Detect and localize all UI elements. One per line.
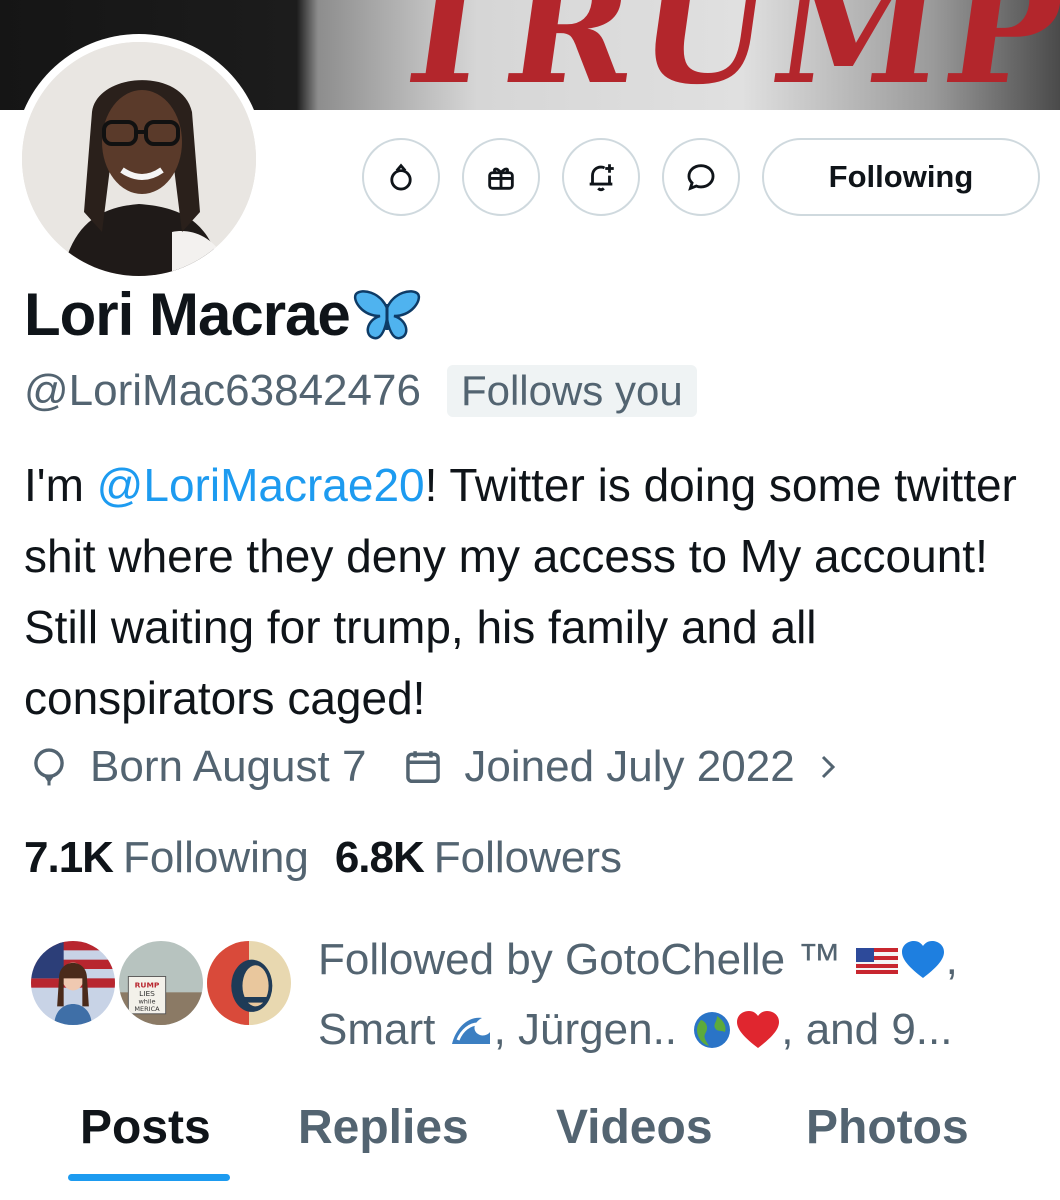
globe-emoji-icon <box>694 1012 731 1048</box>
chevron-right-icon[interactable] <box>813 750 843 784</box>
follower-avatar <box>204 938 294 1028</box>
calendar-icon <box>406 751 441 783</box>
followed-by-part5: , and 9... <box>781 1005 953 1054</box>
bell-plus-icon <box>589 164 614 192</box>
banner-image-text: TRUMP <box>377 0 1060 110</box>
notifications-button[interactable] <box>562 138 640 216</box>
birthday-text: Born August 7 <box>90 742 367 791</box>
us-flag-emoji-icon <box>855 948 898 974</box>
handle-row: @LoriMac63842476 Follows you <box>24 365 697 417</box>
follow-stats: 7.1K Following 6.8K Followers <box>24 833 622 883</box>
tab-photos[interactable]: Photos <box>806 1100 969 1155</box>
bio-mention-link[interactable]: @LoriMacrae20 <box>97 459 425 511</box>
followed-by-part4: , Jürgen.. <box>493 1005 690 1054</box>
ring-icon <box>390 163 412 191</box>
following-button[interactable]: Following <box>762 138 1040 216</box>
followers-stat[interactable]: 6.8K Followers <box>335 833 622 883</box>
followed-by-avatars[interactable]: RUMP LIES while MERICA <box>28 938 298 1028</box>
balloon-icon <box>34 748 64 786</box>
profile-tabs: Posts Replies Videos Photos <box>0 1092 1060 1200</box>
following-stat[interactable]: 7.1K Following <box>24 833 309 883</box>
svg-text:MERICA: MERICA <box>134 1005 160 1013</box>
follows-you-badge: Follows you <box>446 365 697 417</box>
bio-prefix: I'm <box>24 459 97 511</box>
followed-by-part2: , <box>945 935 958 984</box>
butterfly-emoji-icon <box>353 289 420 339</box>
wave-emoji-icon <box>451 1017 490 1044</box>
chat-bubble-icon <box>687 164 715 191</box>
avatar-photo <box>22 42 256 276</box>
profile-bio: I'm @LoriMacrae20! Twitter is doing some… <box>24 450 1034 734</box>
profile-actions: Following <box>362 138 1040 216</box>
followed-by-text[interactable]: Followed by GotoChelle ™ , Smart , Jürge… <box>318 925 1048 1065</box>
followed-by-part3: Smart <box>318 1005 448 1054</box>
followed-by-part1: Followed by GotoChelle ™ <box>318 935 854 984</box>
tab-videos[interactable]: Videos <box>556 1100 713 1155</box>
joined-text[interactable]: Joined July 2022 <box>464 742 794 792</box>
grok-button[interactable] <box>362 138 440 216</box>
gift-icon <box>488 167 514 190</box>
message-button[interactable] <box>662 138 740 216</box>
gift-button[interactable] <box>462 138 540 216</box>
display-name: Lori Macrae <box>24 281 351 348</box>
following-label: Following <box>122 833 309 882</box>
follower-avatar <box>28 938 118 1028</box>
profile-handle: @LoriMac63842476 <box>24 366 421 415</box>
active-tab-indicator <box>68 1174 230 1181</box>
profile-name-row: Lori Macrae <box>24 280 422 349</box>
tab-replies[interactable]: Replies <box>298 1100 469 1155</box>
following-count: 7.1K <box>24 833 114 882</box>
avatar[interactable] <box>22 42 256 276</box>
red-heart-emoji-icon <box>737 1011 780 1048</box>
tab-posts[interactable]: Posts <box>80 1100 211 1155</box>
followers-count: 6.8K <box>334 833 425 882</box>
blue-heart-emoji-icon <box>901 941 944 978</box>
follower-avatar: RUMP LIES while MERICA <box>116 938 206 1028</box>
followers-label: Followers <box>433 833 623 882</box>
profile-meta: Born August 7 Joined July 2022 <box>30 742 843 792</box>
